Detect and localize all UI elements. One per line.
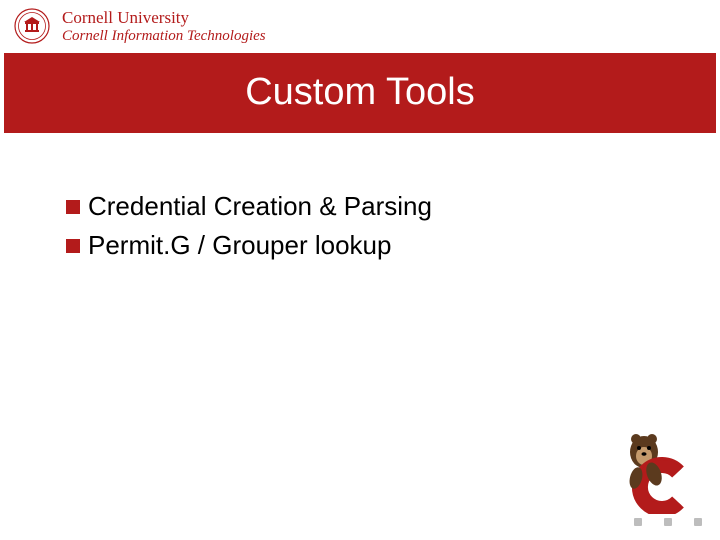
slide-header: Cornell University Cornell Information T… xyxy=(0,0,720,51)
university-name: Cornell University xyxy=(62,8,266,28)
university-seal-icon xyxy=(14,8,50,44)
slide-content: Credential Creation & Parsing Permit.G /… xyxy=(0,133,720,265)
bullet-list: Credential Creation & Parsing Permit.G /… xyxy=(88,187,660,265)
header-text-block: Cornell University Cornell Information T… xyxy=(62,8,266,45)
mascot-logo-icon xyxy=(606,424,696,514)
list-item: Credential Creation & Parsing xyxy=(88,187,660,226)
title-bar: Custom Tools xyxy=(4,53,716,133)
slide-title: Custom Tools xyxy=(245,71,475,114)
footer-dots-icon xyxy=(634,518,702,526)
list-item: Permit.G / Grouper lookup xyxy=(88,226,660,265)
department-name: Cornell Information Technologies xyxy=(62,28,266,45)
